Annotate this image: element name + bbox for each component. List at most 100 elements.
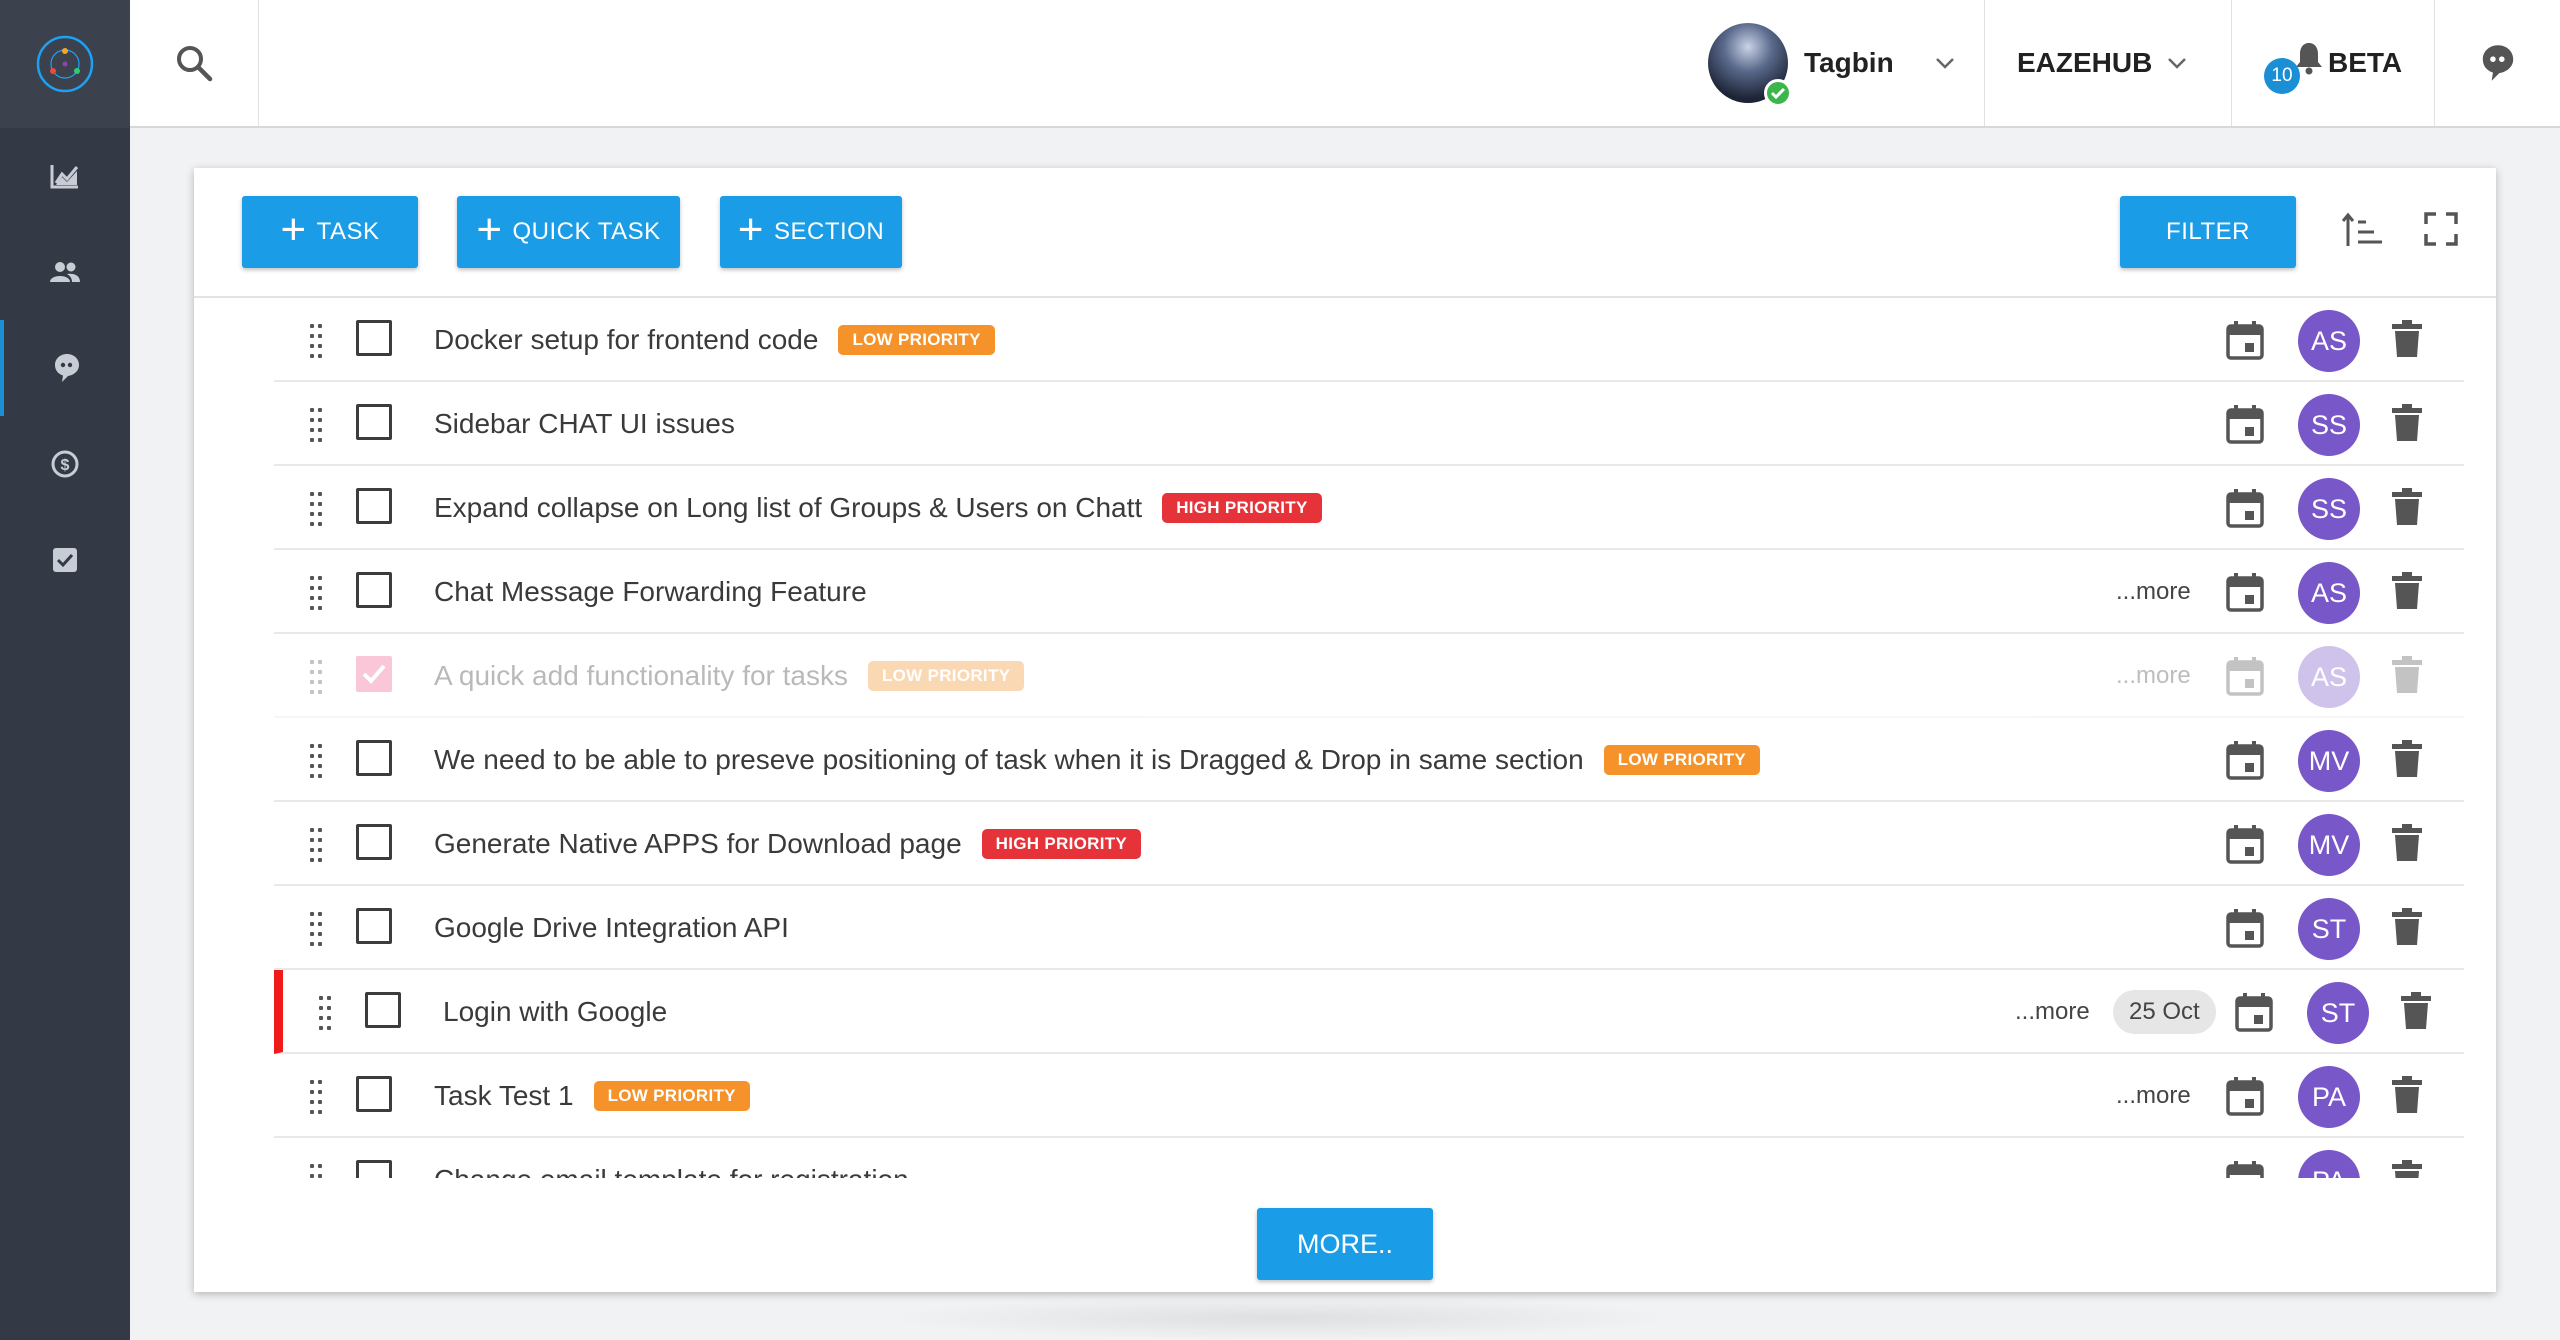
assignee-avatar[interactable]: AS (2298, 646, 2360, 708)
task-row[interactable]: A quick add functionality for tasks LOW P… (274, 634, 2464, 718)
sort-icon[interactable] (2342, 212, 2384, 250)
task-more-link[interactable]: ...more (2116, 578, 2191, 606)
filter-button[interactable]: FILTER (2120, 196, 2296, 268)
task-checkbox[interactable] (356, 908, 392, 944)
assignee-avatar[interactable]: AS (2298, 562, 2360, 624)
drag-handle-icon[interactable] (310, 1080, 324, 1116)
task-title[interactable]: A quick add functionality for tasks LOW P… (434, 660, 1025, 692)
delete-icon[interactable] (2392, 572, 2422, 615)
org-switcher[interactable]: EAZEHUB (1984, 0, 2231, 126)
task-row[interactable]: Login with Google ...more 25 Oct ST (274, 970, 2464, 1054)
drag-handle-icon[interactable] (310, 1164, 324, 1178)
task-more-link[interactable]: ...more (2116, 1082, 2191, 1110)
delete-icon[interactable] (2392, 404, 2422, 447)
task-title[interactable]: Change email template for registration (434, 1164, 909, 1178)
add-section-button[interactable]: + SECTION (720, 196, 902, 268)
task-more-link[interactable]: ...more (2015, 998, 2090, 1026)
drag-handle-icon[interactable] (310, 492, 324, 528)
delete-icon[interactable] (2392, 740, 2422, 783)
task-checkbox[interactable] (356, 656, 392, 692)
sidebar-item-people[interactable] (0, 224, 130, 320)
task-checkbox[interactable] (356, 824, 392, 860)
drag-handle-icon[interactable] (310, 576, 324, 612)
task-title[interactable]: Generate Native APPS for Download page HI… (434, 828, 1142, 860)
user-menu[interactable]: Tagbin (1680, 0, 2010, 126)
task-title[interactable]: Docker setup for frontend code LOW PRIORI… (434, 324, 995, 356)
assignee-avatar[interactable]: MV (2298, 814, 2360, 876)
drag-handle-icon[interactable] (310, 828, 324, 864)
task-checkbox[interactable] (356, 488, 392, 524)
drag-handle-icon[interactable] (310, 660, 324, 696)
calendar-icon[interactable] (2226, 740, 2264, 785)
add-task-button[interactable]: + TASK (242, 196, 418, 268)
calendar-icon[interactable] (2226, 488, 2264, 533)
task-title[interactable]: Task Test 1 LOW PRIORITY (434, 1080, 750, 1112)
task-row[interactable]: We need to be able to preseve positionin… (274, 718, 2464, 802)
load-more-button[interactable]: MORE.. (1257, 1208, 1433, 1280)
task-row[interactable]: Chat Message Forwarding Feature ...more AS (274, 550, 2464, 634)
add-quick-task-button[interactable]: + QUICK TASK (457, 196, 680, 268)
notifications-button[interactable]: 10 BETA (2231, 0, 2434, 126)
task-row[interactable]: Task Test 1 LOW PRIORITY ...more PA (274, 1054, 2464, 1138)
drag-handle-icon[interactable] (310, 408, 324, 444)
task-title[interactable]: We need to be able to preseve positionin… (434, 744, 1760, 776)
assignee-avatar[interactable]: MV (2298, 730, 2360, 792)
assignee-avatar[interactable]: SS (2298, 394, 2360, 456)
assignee-avatar[interactable]: PA (2298, 1150, 2360, 1178)
task-row[interactable]: Docker setup for frontend code LOW PRIORI… (274, 298, 2464, 382)
delete-icon[interactable] (2401, 992, 2431, 1035)
delete-icon[interactable] (2392, 824, 2422, 867)
task-checkbox[interactable] (356, 740, 392, 776)
task-row[interactable]: Change email template for registration PA (274, 1138, 2464, 1178)
task-more-link[interactable]: ...more (2116, 662, 2191, 690)
task-row[interactable]: Expand collapse on Long list of Groups &… (274, 466, 2464, 550)
calendar-icon[interactable] (2226, 572, 2264, 617)
calendar-icon[interactable] (2226, 908, 2264, 953)
task-title[interactable]: Chat Message Forwarding Feature (434, 576, 867, 608)
assignee-avatar[interactable]: AS (2298, 310, 2360, 372)
delete-icon[interactable] (2392, 1076, 2422, 1119)
task-checkbox[interactable] (365, 992, 401, 1028)
sidebar-item-tasks[interactable] (0, 512, 130, 608)
task-title[interactable]: Sidebar CHAT UI issues (434, 408, 735, 440)
delete-icon[interactable] (2392, 908, 2422, 951)
task-row[interactable]: Sidebar CHAT UI issues SS (274, 382, 2464, 466)
task-checkbox[interactable] (356, 1076, 392, 1112)
sidebar-item-finance[interactable]: $ (0, 416, 130, 512)
sidebar-item-chat[interactable] (0, 320, 130, 416)
assignee-avatar[interactable]: ST (2307, 982, 2369, 1044)
drag-handle-icon[interactable] (319, 996, 333, 1032)
drag-handle-icon[interactable] (310, 744, 324, 780)
delete-icon[interactable] (2392, 320, 2422, 363)
task-row[interactable]: Google Drive Integration API ST (274, 886, 2464, 970)
app-logo[interactable] (0, 0, 130, 128)
delete-icon[interactable] (2392, 1160, 2422, 1178)
task-title[interactable]: Login with Google (443, 996, 667, 1028)
calendar-icon[interactable] (2226, 824, 2264, 869)
drag-handle-icon[interactable] (310, 912, 324, 948)
task-row[interactable]: Generate Native APPS for Download page HI… (274, 802, 2464, 886)
drag-handle-icon[interactable] (310, 324, 324, 360)
calendar-icon[interactable] (2226, 1076, 2264, 1121)
task-checkbox[interactable] (356, 320, 392, 356)
assignee-avatar[interactable]: SS (2298, 478, 2360, 540)
assignee-avatar[interactable]: PA (2298, 1066, 2360, 1128)
chat-button[interactable] (2434, 0, 2560, 126)
calendar-icon[interactable] (2226, 656, 2264, 701)
task-checkbox[interactable] (356, 572, 392, 608)
due-date-chip[interactable]: 25 Oct (2113, 990, 2216, 1034)
delete-icon[interactable] (2392, 488, 2422, 531)
calendar-icon[interactable] (2226, 320, 2264, 365)
task-title[interactable]: Expand collapse on Long list of Groups &… (434, 492, 1322, 524)
task-checkbox[interactable] (356, 404, 392, 440)
sidebar-item-analytics[interactable] (0, 128, 130, 224)
calendar-icon[interactable] (2226, 404, 2264, 449)
search-button[interactable] (130, 0, 259, 126)
task-checkbox[interactable] (356, 1160, 392, 1178)
assignee-avatar[interactable]: ST (2298, 898, 2360, 960)
delete-icon[interactable] (2392, 656, 2422, 699)
fullscreen-icon[interactable] (2424, 212, 2458, 246)
task-title[interactable]: Google Drive Integration API (434, 912, 789, 944)
calendar-icon[interactable] (2226, 1160, 2264, 1178)
calendar-icon[interactable] (2235, 992, 2273, 1037)
